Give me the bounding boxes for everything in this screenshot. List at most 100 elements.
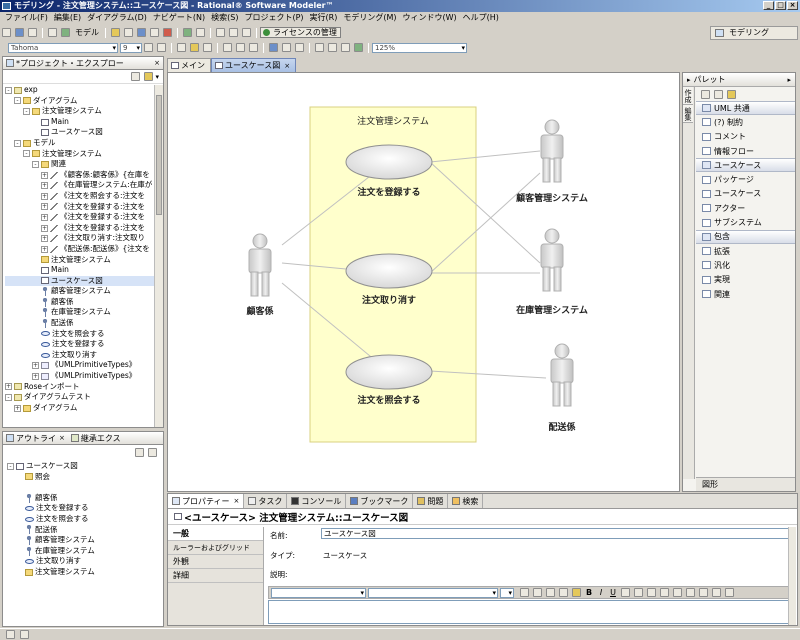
outline-tree-item[interactable]: 注文管理システム xyxy=(7,567,163,578)
strikethrough-icon[interactable] xyxy=(647,588,656,597)
menu-item[interactable]: ウィンドウ(W) xyxy=(400,12,460,24)
outline-tree-item[interactable]: 注文取り消す xyxy=(7,556,163,567)
arrow-icon[interactable] xyxy=(236,43,245,52)
palette-item[interactable]: 拡張 xyxy=(696,244,795,258)
font-size-combo[interactable]: 9 xyxy=(120,42,142,53)
distribute-icon[interactable] xyxy=(282,43,291,52)
forward-icon[interactable] xyxy=(229,28,238,37)
note-tool-icon[interactable] xyxy=(727,89,736,99)
tool-icon[interactable] xyxy=(196,28,205,37)
expand-icon[interactable]: + xyxy=(14,404,21,412)
expand-icon[interactable]: + xyxy=(32,362,39,370)
close-icon[interactable]: × xyxy=(154,59,160,67)
name-field[interactable]: ユースケース図 xyxy=(321,528,791,539)
highlight-icon[interactable] xyxy=(572,588,581,597)
project-tree-item[interactable]: + 《注文を照会する:注文を xyxy=(5,191,163,202)
menu-item[interactable]: モデリング(M) xyxy=(340,12,399,24)
outline-view-icon[interactable] xyxy=(135,447,144,457)
use-case-register-order[interactable] xyxy=(345,144,433,180)
use-case-cancel-order[interactable] xyxy=(345,253,433,289)
project-tree-item[interactable]: - ダイアグラムテスト xyxy=(5,392,163,403)
tool-icon[interactable] xyxy=(341,43,350,52)
tab-main-diagram[interactable]: メイン xyxy=(167,58,211,72)
use-case-query-order[interactable] xyxy=(345,354,433,390)
new-icon[interactable] xyxy=(2,28,11,37)
expand-icon[interactable]: + xyxy=(41,171,48,179)
expand-icon[interactable]: + xyxy=(32,372,39,380)
menu-item[interactable]: プロジェクト(P) xyxy=(241,12,306,24)
project-tree-item[interactable]: 顧客管理システム xyxy=(5,286,163,297)
tool-icon[interactable] xyxy=(150,28,159,37)
project-tree-item[interactable]: 顧客係 xyxy=(5,297,163,308)
palette-pin-icon[interactable]: ▸ xyxy=(787,76,791,84)
menu-item[interactable]: 実行(R) xyxy=(307,12,341,24)
tool-icon[interactable] xyxy=(242,28,251,37)
tab-outline[interactable]: アウトライ xyxy=(16,433,56,444)
project-tree-item[interactable]: + Roseインポート xyxy=(5,382,163,393)
tab-bookmarks[interactable]: ブックマーク xyxy=(346,494,414,508)
palette-tab-edit[interactable]: 編集 xyxy=(683,105,693,123)
expand-icon[interactable]: + xyxy=(41,192,48,200)
palette-item[interactable]: 包含 xyxy=(696,229,795,244)
properties-section-tab[interactable]: 外観 xyxy=(168,555,263,569)
palette-item[interactable]: アクター xyxy=(696,201,795,215)
bold-icon[interactable] xyxy=(144,43,153,52)
collapse-icon[interactable]: - xyxy=(14,139,21,147)
project-tree-item[interactable]: 注文を登録する xyxy=(5,339,163,350)
print-icon[interactable] xyxy=(28,28,37,37)
font-color-icon[interactable] xyxy=(177,43,186,52)
project-tree-item[interactable]: + 《注文を登録する:注文を xyxy=(5,212,163,223)
project-explorer-tab[interactable]: *プロジェクト・エクスプロー × xyxy=(3,57,163,70)
zoom-tool-icon[interactable] xyxy=(714,89,723,99)
palette-item[interactable]: 汎化 xyxy=(696,258,795,272)
collapse-all-icon[interactable] xyxy=(131,72,141,81)
collapse-icon[interactable]: - xyxy=(5,86,12,94)
perspective-switcher[interactable]: モデリング xyxy=(710,26,798,40)
menu-item[interactable]: ダイアグラム(D) xyxy=(84,12,150,24)
tab-console[interactable]: コンソール xyxy=(287,494,347,508)
font-combo[interactable]: Tahoma xyxy=(8,42,118,53)
align-center-icon[interactable] xyxy=(699,588,708,597)
select-tool-icon[interactable] xyxy=(701,89,710,99)
tab-inheritance-explorer[interactable]: 継承エクス xyxy=(81,433,121,444)
palette-item[interactable]: パッケージ xyxy=(696,172,795,186)
view-menu-icon[interactable]: ▾ xyxy=(155,73,159,81)
menu-item[interactable]: ファイル(F) xyxy=(2,12,51,24)
link-icon[interactable] xyxy=(559,588,568,597)
project-tree-item[interactable]: + ダイアグラム xyxy=(5,403,163,414)
palette-collapse-icon[interactable]: ▸ xyxy=(687,76,691,84)
tab-tasks[interactable]: タスク xyxy=(244,494,288,508)
project-tree-item[interactable]: - 関連 xyxy=(5,159,163,170)
project-tree-item[interactable]: 配送係 xyxy=(5,318,163,329)
expand-icon[interactable]: + xyxy=(41,213,48,221)
palette-item[interactable]: 実現 xyxy=(696,273,795,287)
description-field[interactable] xyxy=(268,600,790,624)
project-tree-item[interactable]: + 《UMLPrimitiveTypes》 xyxy=(5,371,163,382)
project-tree-item[interactable]: - 注文管理システム xyxy=(5,149,163,160)
actor-customer-clerk[interactable] xyxy=(248,233,272,297)
save-icon[interactable] xyxy=(15,28,24,37)
collapse-icon[interactable]: - xyxy=(14,97,21,105)
actor-inventory-management-system[interactable] xyxy=(540,228,564,292)
tool-icon[interactable] xyxy=(124,28,133,37)
line-icon[interactable] xyxy=(315,43,324,52)
project-tree-item[interactable]: Main xyxy=(5,117,163,128)
font-color-icon[interactable] xyxy=(621,588,630,597)
collapse-icon[interactable]: - xyxy=(23,150,30,158)
project-tree-item[interactable]: 注文を照会する xyxy=(5,329,163,340)
expand-icon[interactable]: + xyxy=(41,245,48,253)
desc-size-combo[interactable] xyxy=(500,587,514,598)
project-tree-item[interactable]: + 《注文取り消す:注文取り xyxy=(5,233,163,244)
bold-icon[interactable]: B xyxy=(584,588,594,597)
back-icon[interactable] xyxy=(216,28,225,37)
desc-style-combo[interactable] xyxy=(368,587,498,598)
modeling-label[interactable]: モデル xyxy=(75,27,99,38)
close-button[interactable]: × xyxy=(787,1,798,10)
route-icon[interactable] xyxy=(328,43,337,52)
cut-icon[interactable] xyxy=(520,588,529,597)
expand-icon[interactable]: + xyxy=(5,383,12,391)
outline-tree-item[interactable]: 注文を照会する xyxy=(7,514,163,525)
copy-icon[interactable] xyxy=(533,588,542,597)
collapse-icon[interactable]: - xyxy=(5,394,12,402)
zoom-combo[interactable]: 125% xyxy=(372,42,467,53)
